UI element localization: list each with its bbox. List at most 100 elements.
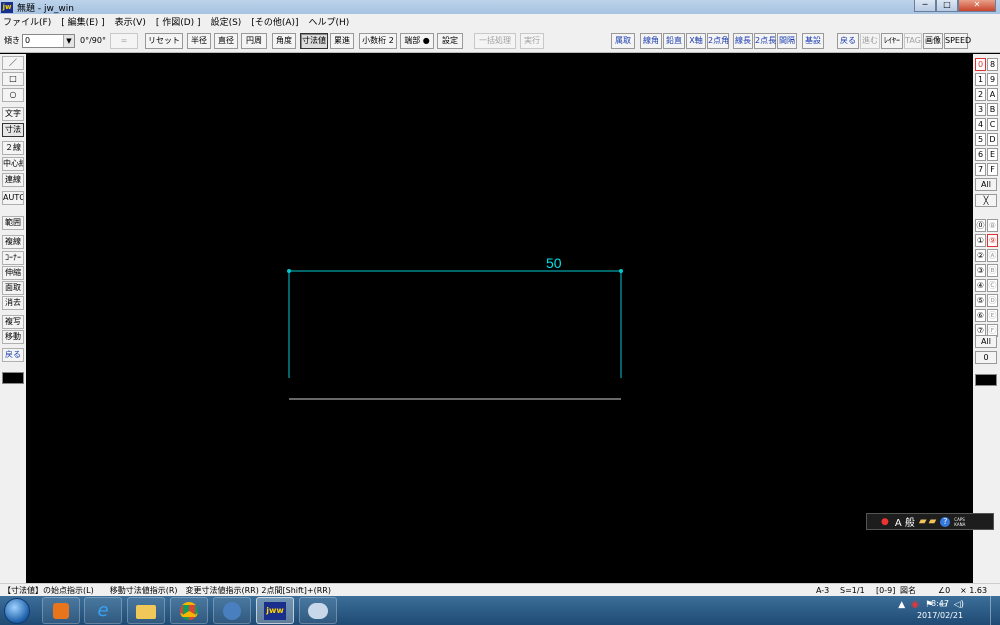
layer-invert-button[interactable]: ╳	[975, 194, 997, 207]
tag-button[interactable]: TAG	[904, 33, 922, 49]
radius-button[interactable]: 半径	[187, 33, 211, 49]
move-tool[interactable]: 移動	[2, 330, 24, 344]
x-axis-button[interactable]: X軸	[686, 33, 706, 49]
end-mark-button[interactable]: 端部 ●	[400, 33, 434, 49]
tray-expand-icon[interactable]: ▲	[898, 600, 905, 610]
thunderbird-icon[interactable]	[213, 597, 251, 624]
layer-3[interactable]: 3	[975, 103, 986, 116]
execute-button[interactable]: 実行	[520, 33, 544, 49]
layer-f[interactable]: F	[987, 163, 998, 176]
angle-indicator[interactable]: ∠0	[938, 585, 950, 596]
equal-button[interactable]: =	[110, 33, 138, 49]
layer-group-d[interactable]: Ⓓ	[987, 294, 998, 307]
layer-1[interactable]: 1	[975, 73, 986, 86]
layer-9[interactable]: 9	[987, 73, 998, 86]
diameter-button[interactable]: 直径	[214, 33, 238, 49]
layer-6[interactable]: 6	[975, 148, 986, 161]
continuous-button[interactable]: 累進	[330, 33, 354, 49]
layer-button[interactable]: ﾚｲﾔｰ	[881, 33, 903, 49]
chevron-down-icon[interactable]: ▼	[63, 35, 74, 47]
paper-size[interactable]: A-3	[816, 585, 829, 596]
erase-tool[interactable]: 消去	[2, 296, 24, 310]
drawing-canvas[interactable]: 50	[26, 54, 973, 583]
layer-8[interactable]: 8	[987, 58, 998, 71]
undo-tool[interactable]: 戻る	[2, 348, 24, 362]
jw-app-icon[interactable]: jw	[1, 1, 13, 13]
layer-group-a[interactable]: Ⓐ	[987, 249, 998, 262]
layer-0[interactable]: 0	[975, 58, 986, 71]
minimize-button[interactable]: ─	[914, 0, 936, 12]
file-explorer-icon[interactable]	[127, 597, 165, 624]
close-button[interactable]: ✕	[958, 0, 996, 12]
line-length-button[interactable]: 線長	[733, 33, 753, 49]
stretch-tool[interactable]: 伸縮	[2, 266, 24, 280]
layer-group-0[interactable]: ⓪	[975, 219, 986, 232]
menu-other[interactable]: [その他(A)]	[251, 15, 298, 28]
line-style-indicator[interactable]	[2, 372, 24, 384]
layer-group-5[interactable]: ⑤	[975, 294, 986, 307]
start-button[interactable]	[4, 598, 30, 624]
layer-group-2[interactable]: ②	[975, 249, 986, 262]
media-player-icon[interactable]	[42, 597, 80, 624]
ime-dictionary-icon[interactable]: ▰	[919, 516, 927, 527]
jw-cad-taskbar-icon[interactable]: jww	[256, 597, 294, 624]
layer-indicator[interactable]: [0-9]	[876, 585, 895, 596]
layer-group-3[interactable]: ③	[975, 264, 986, 277]
copy-tool[interactable]: 複写	[2, 315, 24, 329]
menu-view[interactable]: 表示(V)	[115, 15, 146, 28]
chamfer-tool[interactable]: 面取	[2, 281, 24, 295]
menu-file[interactable]: ファイル(F)	[3, 15, 51, 28]
corner-tool[interactable]: ｺｰﾅｰ	[2, 251, 24, 265]
circle-tool[interactable]: ○	[2, 88, 24, 102]
menu-settings[interactable]: 設定(S)	[211, 15, 242, 28]
layer-group-8[interactable]: ⑧	[987, 219, 998, 232]
menu-help[interactable]: ヘルプ(H)	[309, 15, 350, 28]
ime-help-icon[interactable]: ?	[940, 516, 951, 527]
two-point-angle-button[interactable]: 2点角	[707, 33, 729, 49]
attribute-get-button[interactable]: 属取	[611, 33, 635, 49]
interval-button[interactable]: 間隔	[777, 33, 797, 49]
center-line-tool[interactable]: 中心線	[2, 157, 24, 171]
internet-explorer-icon[interactable]: e	[84, 597, 122, 624]
layer-b[interactable]: B	[987, 103, 998, 116]
layer-7[interactable]: 7	[975, 163, 986, 176]
line-angle-button[interactable]: 線角	[640, 33, 662, 49]
ime-mode-text[interactable]: A 般	[895, 514, 915, 529]
layer-group-all-button[interactable]: All	[975, 335, 997, 348]
range-tool[interactable]: 範囲	[2, 216, 24, 230]
redo-button[interactable]: 進む	[860, 33, 880, 49]
layer-group-e[interactable]: Ⓔ	[987, 309, 998, 322]
chrome-icon[interactable]	[170, 597, 208, 624]
decimal-places-button[interactable]: 小数桁 2	[359, 33, 397, 49]
layer-2[interactable]: 2	[975, 88, 986, 101]
layer-group-c[interactable]: Ⓒ	[987, 279, 998, 292]
circumference-button[interactable]: 円周	[241, 33, 267, 49]
layer-a[interactable]: A	[987, 88, 998, 101]
ime-tools-icon[interactable]: ▰	[929, 516, 937, 527]
undo-button[interactable]: 戻る	[837, 33, 859, 49]
layer-group-6[interactable]: ⑥	[975, 309, 986, 322]
angle-combo[interactable]: 0 ▼	[22, 34, 75, 48]
line-tool[interactable]: ／	[2, 56, 24, 70]
layer-group-zero-button[interactable]: 0	[975, 351, 997, 364]
layer-d[interactable]: D	[987, 133, 998, 146]
layer-group-4[interactable]: ④	[975, 279, 986, 292]
dimension-value-button[interactable]: 寸法値	[300, 33, 328, 49]
menu-draw[interactable]: [ 作図(D) ]	[156, 15, 201, 28]
double-line-tool[interactable]: ２線	[2, 141, 24, 155]
ime-pin-icon[interactable]: ●	[881, 517, 889, 527]
zoom-indicator[interactable]: × 1.63	[960, 585, 987, 596]
layer-all-button[interactable]: All	[975, 178, 997, 191]
layer-group-1[interactable]: ①	[975, 234, 986, 247]
settings-button[interactable]: 設定	[437, 33, 463, 49]
layer-c[interactable]: C	[987, 118, 998, 131]
layer-group-b[interactable]: Ⓑ	[987, 264, 998, 277]
ime-toolbar[interactable]: ● A 般 ▰ ▰ ? CAPS KANA	[866, 513, 994, 530]
scale-indicator[interactable]: S=1/1	[840, 585, 865, 596]
angle-90-button[interactable]: 0°/90°	[80, 33, 106, 49]
offset-line-tool[interactable]: 複線	[2, 235, 24, 249]
connect-line-tool[interactable]: 連線	[2, 173, 24, 187]
vertical-button[interactable]: 鉛直	[663, 33, 685, 49]
speed-button[interactable]: SPEED	[944, 33, 971, 49]
angle-button[interactable]: 角度	[272, 33, 296, 49]
